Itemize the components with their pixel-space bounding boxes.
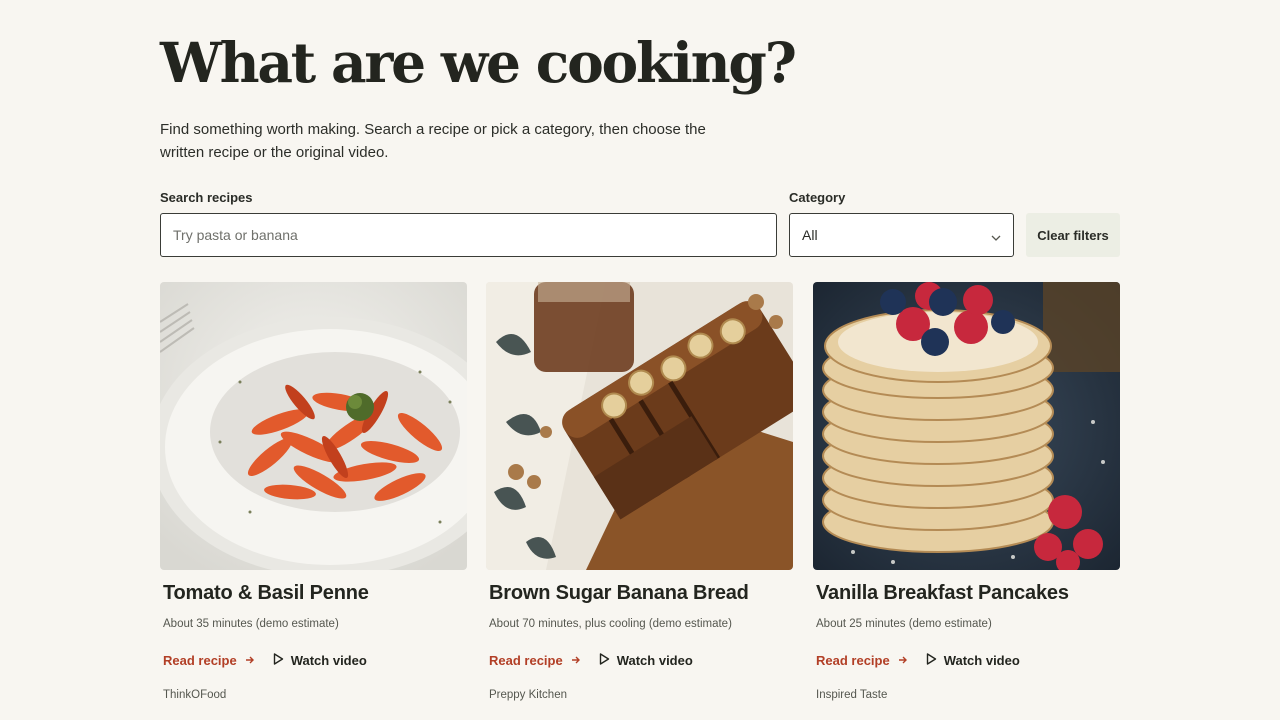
recipe-card: Brown Sugar Banana Bread About 70 minute… (486, 282, 793, 701)
play-icon (273, 653, 284, 668)
read-recipe-label: Read recipe (163, 653, 237, 668)
watch-video-label: Watch video (943, 653, 1020, 668)
search-label: Search recipes (160, 190, 253, 205)
read-recipe-label: Read recipe (489, 653, 563, 668)
recipe-image-penne[interactable] (160, 282, 467, 570)
recipe-time: About 25 minutes (demo estimate) (816, 618, 992, 630)
recipe-time: About 70 minutes, plus cooling (demo est… (489, 618, 732, 630)
read-recipe-link[interactable]: Read recipe (489, 653, 581, 668)
chevron-down-icon (991, 230, 1001, 241)
watch-video-link[interactable]: Watch video (599, 653, 693, 668)
recipe-actions: Read recipe Watch video (816, 653, 1020, 668)
recipe-image-banana-bread[interactable] (486, 282, 793, 570)
recipe-actions: Read recipe Watch video (163, 653, 367, 668)
read-recipe-link[interactable]: Read recipe (816, 653, 908, 668)
intro-text: Find something worth making. Search a re… (160, 121, 706, 161)
search-input[interactable] (161, 214, 776, 256)
recipe-browser-page: What are we cooking? Find something wort… (0, 0, 1280, 720)
recipe-title[interactable]: Brown Sugar Banana Bread (489, 582, 749, 605)
play-icon (926, 653, 937, 668)
arrow-right-icon (571, 653, 581, 668)
category-select[interactable]: All (789, 213, 1014, 257)
clear-filters-button[interactable]: Clear filters (1026, 213, 1120, 257)
play-icon (599, 653, 610, 668)
arrow-right-icon (898, 653, 908, 668)
category-label: Category (789, 190, 846, 205)
recipe-source: Preppy Kitchen (489, 689, 567, 701)
page-title: What are we cooking? (160, 30, 797, 95)
watch-video-label: Watch video (616, 653, 693, 668)
recipe-time: About 35 minutes (demo estimate) (163, 618, 339, 630)
recipe-image-pancakes[interactable] (813, 282, 1120, 570)
read-recipe-link[interactable]: Read recipe (163, 653, 255, 668)
watch-video-link[interactable]: Watch video (926, 653, 1020, 668)
watch-video-link[interactable]: Watch video (273, 653, 367, 668)
recipe-card: Vanilla Breakfast Pancakes About 25 minu… (813, 282, 1120, 701)
recipe-title[interactable]: Vanilla Breakfast Pancakes (816, 582, 1069, 605)
recipe-source: ThinkOFood (163, 689, 227, 701)
read-recipe-label: Read recipe (816, 653, 890, 668)
recipe-actions: Read recipe Watch video (489, 653, 693, 668)
watch-video-label: Watch video (290, 653, 367, 668)
arrow-right-icon (245, 653, 255, 668)
category-selected-value: All (802, 227, 818, 243)
recipe-source: Inspired Taste (816, 689, 888, 701)
recipe-title[interactable]: Tomato & Basil Penne (163, 582, 369, 605)
recipe-card: Tomato & Basil Penne About 35 minutes (d… (160, 282, 467, 701)
search-field[interactable] (160, 213, 777, 257)
